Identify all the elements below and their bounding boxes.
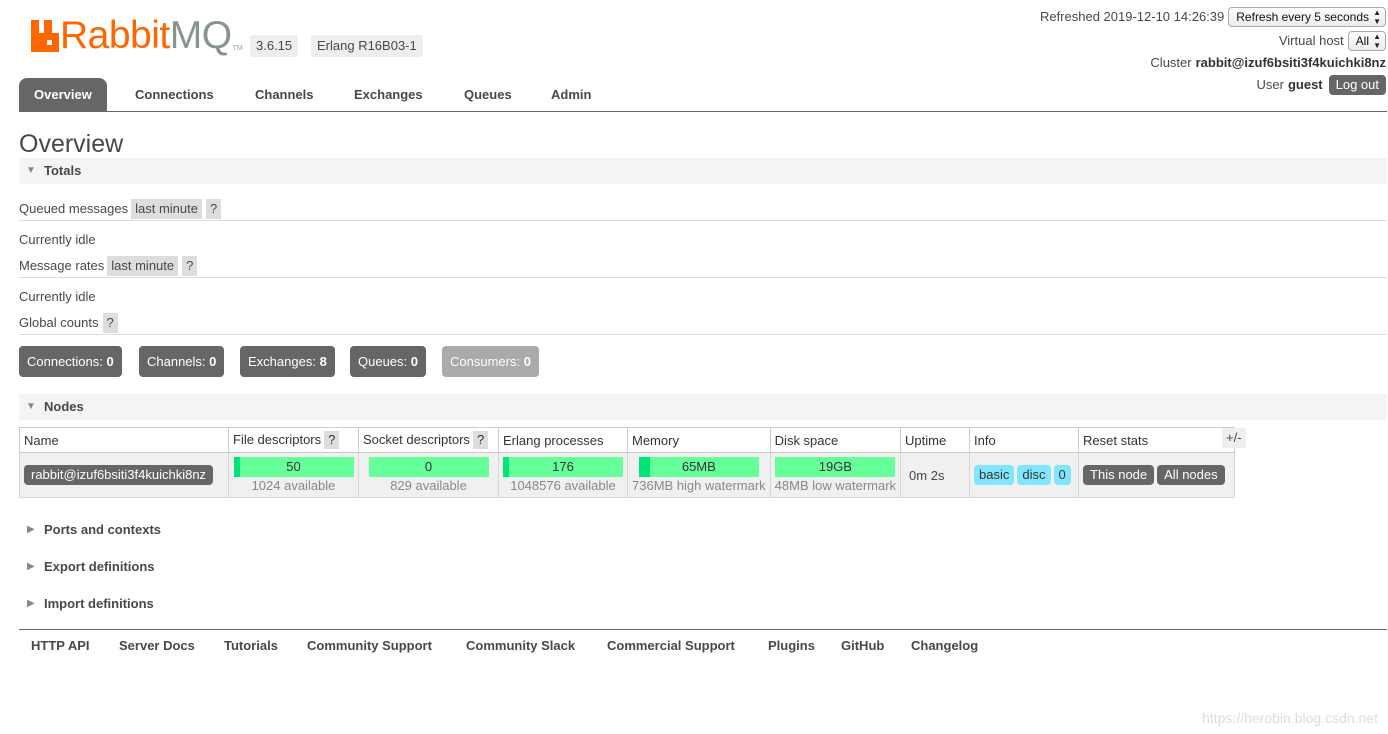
tab-exchanges[interactable]: Exchanges [339, 78, 438, 111]
column-toggle-button[interactable]: +/- [1222, 428, 1246, 448]
erlang-processes-cell: 176 1048576 available [498, 452, 628, 498]
disk-space-bar: 19GB [775, 457, 896, 477]
footer-link-commercial-support[interactable]: Commercial Support [607, 638, 735, 653]
erlang-processes-bar: 176 [503, 457, 623, 477]
tab-connections[interactable]: Connections [120, 78, 229, 111]
expand-triangle-icon: ▶ [27, 598, 35, 609]
select-arrows-icon: ▲ ▼ [1373, 32, 1381, 50]
help-button[interactable]: ? [206, 199, 222, 219]
socket-descriptors-bar: 0 [368, 457, 489, 477]
collapse-triangle-icon: ▼ [26, 165, 36, 176]
message-rates-row: Message rates last minute? [19, 255, 1387, 278]
erlang-processes-available: 1048576 available [510, 478, 616, 493]
cluster-name: rabbit@izuf6bsiti3f4kuichki8nz [1195, 55, 1386, 70]
help-button[interactable]: ? [472, 431, 489, 449]
totals-section-header[interactable]: ▼ Totals [19, 158, 1387, 184]
consumers-count-button[interactable]: Consumers: 0 [442, 346, 539, 377]
channels-count-button[interactable]: Channels: 0 [139, 346, 225, 377]
col-name: Name [19, 427, 229, 453]
tab-channels[interactable]: Channels [240, 78, 329, 111]
col-erlang-processes: Erlang processes [498, 427, 628, 453]
refresh-interval-select[interactable]: Refresh every 5 seconds ▲ ▼ [1228, 7, 1386, 27]
connections-count-button[interactable]: Connections: 0 [19, 346, 122, 377]
global-counts-row: Global counts? [19, 312, 1387, 335]
disk-space-cell: 19GB 48MB low watermark [769, 452, 902, 498]
footer-link-tutorials[interactable]: Tutorials [224, 638, 278, 653]
collapse-triangle-icon: ▼ [26, 401, 36, 412]
logo-wordmark: RabbitMQ [60, 14, 232, 57]
footer-link-community-support[interactable]: Community Support [307, 638, 432, 653]
col-disk-space: Disk space [769, 427, 902, 453]
expand-triangle-icon: ▶ [27, 561, 35, 572]
footer-link-server-docs[interactable]: Server Docs [119, 638, 195, 653]
col-file-descriptors: File descriptors? [228, 427, 359, 453]
queued-period-button[interactable]: last minute [131, 199, 202, 219]
reset-this-node-button[interactable]: This node [1083, 465, 1155, 485]
disk-watermark: 48MB low watermark [774, 478, 897, 493]
rates-idle-text: Currently idle [19, 289, 96, 304]
node-name-link[interactable]: rabbit@izuf6bsiti3f4kuichki8nz [24, 465, 214, 485]
queued-messages-label: Queued messages [19, 201, 129, 216]
cluster-label: Cluster [1150, 55, 1192, 70]
message-rates-label: Message rates [19, 258, 105, 273]
expand-triangle-icon: ▶ [27, 524, 35, 535]
socket-descriptors-available: 829 available [390, 478, 467, 493]
col-reset-stats: Reset stats [1078, 427, 1236, 453]
node-name-cell: rabbit@izuf6bsiti3f4kuichki8nz [19, 452, 229, 498]
footer-link-changelog[interactable]: Changelog [911, 638, 978, 653]
logo-trademark: TM [232, 45, 243, 52]
select-arrows-icon: ▲ ▼ [1373, 8, 1381, 26]
info-basic-badge: basic [974, 465, 1015, 485]
table-row: rabbit@izuf6bsiti3f4kuichki8nz 50 1024 a… [19, 452, 1236, 498]
tab-admin[interactable]: Admin [536, 78, 606, 111]
footer-link-github[interactable]: GitHub [841, 638, 884, 653]
col-memory: Memory [627, 427, 771, 453]
version-badge: 3.6.15 [250, 35, 299, 57]
reset-all-nodes-button[interactable]: All nodes [1157, 465, 1225, 485]
nodes-table: Name File descriptors? Socket descriptor… [19, 427, 1236, 498]
watermark-text: https://herobin.blog.csdn.net [1202, 710, 1378, 726]
nodes-section-header[interactable]: ▼ Nodes [19, 394, 1387, 420]
main-tabs: Overview Connections Channels Exchanges … [19, 78, 1387, 112]
rates-period-button[interactable]: last minute [107, 256, 179, 276]
memory-watermark: 736MB high watermark [632, 478, 766, 493]
socket-descriptors-cell: 0 829 available [358, 452, 499, 498]
page-title: Overview [19, 130, 124, 158]
reset-stats-cell: This node All nodes [1078, 452, 1236, 498]
footer: HTTP API Server Docs Tutorials Community… [19, 629, 1387, 660]
global-counts-label: Global counts [19, 315, 99, 330]
queues-count-button[interactable]: Queues: 0 [350, 346, 427, 377]
info-cell: basic disc 0 [969, 452, 1080, 498]
uptime-cell: 0m 2s [900, 452, 971, 498]
help-button[interactable]: ? [182, 256, 198, 276]
queued-messages-row: Queued messages last minute? [19, 198, 1387, 221]
erlang-version-badge: Erlang R16B03-1 [311, 35, 423, 57]
footer-link-plugins[interactable]: Plugins [768, 638, 815, 653]
col-uptime: Uptime [900, 427, 971, 453]
rabbit-icon [31, 20, 59, 52]
file-descriptors-bar: 50 [233, 457, 354, 477]
refreshed-text: Refreshed 2019-12-10 14:26:39 [1039, 9, 1225, 24]
memory-cell: 65MB 736MB high watermark [627, 452, 771, 498]
help-button[interactable]: ? [324, 431, 340, 449]
virtual-host-label: Virtual host [1278, 33, 1344, 48]
tab-overview[interactable]: Overview [19, 78, 107, 111]
exchanges-count-button[interactable]: Exchanges: 8 [240, 346, 335, 377]
queued-idle-text: Currently idle [19, 232, 96, 247]
footer-link-http-api[interactable]: HTTP API [31, 638, 90, 653]
file-descriptors-cell: 50 1024 available [228, 452, 359, 498]
col-info: Info [969, 427, 1080, 453]
col-socket-descriptors: Socket descriptors? [358, 427, 499, 453]
table-header-row: Name File descriptors? Socket descriptor… [19, 427, 1236, 453]
help-button[interactable]: ? [102, 313, 118, 333]
tab-queues[interactable]: Queues [449, 78, 527, 111]
footer-link-community-slack[interactable]: Community Slack [466, 638, 575, 653]
rabbitmq-logo: RabbitMQ TM [30, 16, 243, 56]
info-count-badge: 0 [1053, 465, 1071, 485]
file-descriptors-available: 1024 available [251, 478, 336, 493]
virtual-host-select[interactable]: All ▲ ▼ [1347, 31, 1386, 51]
memory-bar: 65MB [638, 457, 759, 477]
info-disc-badge: disc [1017, 465, 1051, 485]
